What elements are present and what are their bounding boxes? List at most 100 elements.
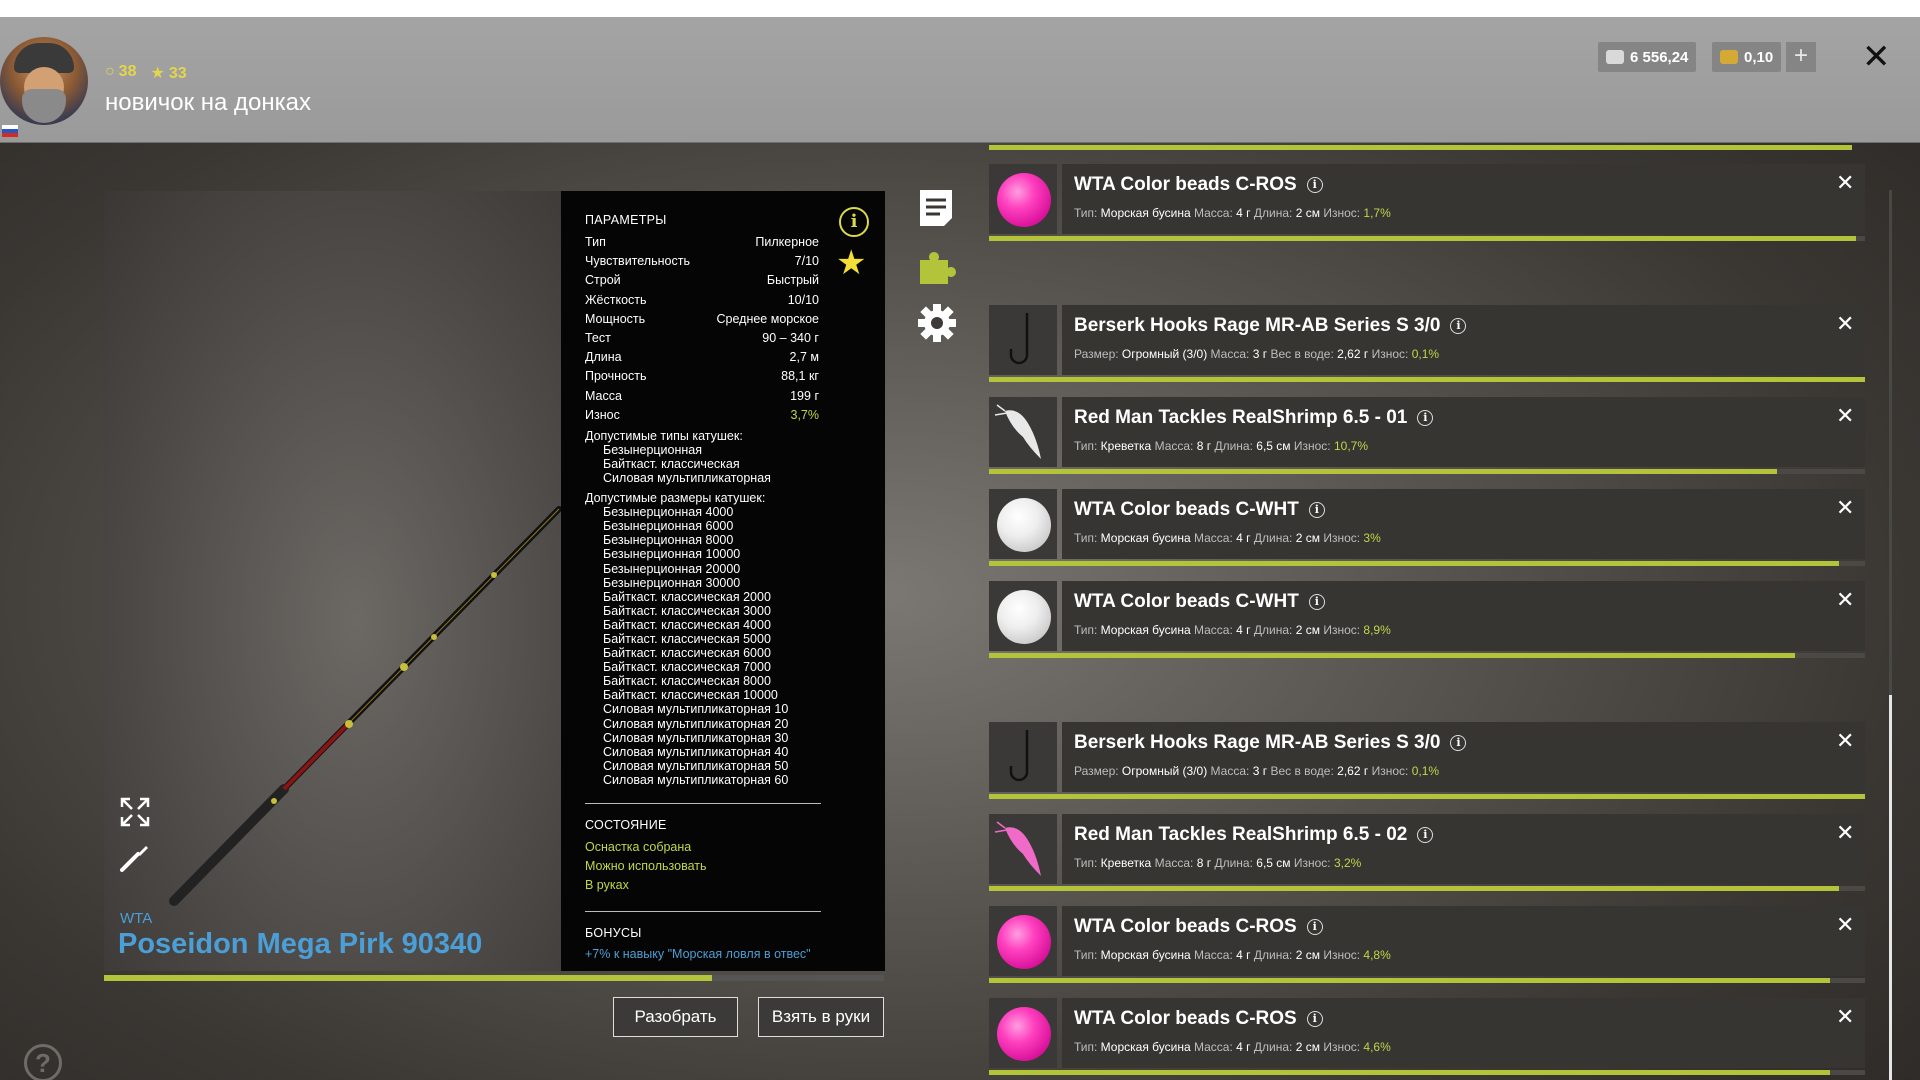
property-label: Масса: bbox=[1154, 856, 1197, 870]
parameter-label: Мощность bbox=[585, 311, 646, 326]
remove-component-button[interactable]: ✕ bbox=[1836, 728, 1854, 754]
parameter-row: Чувствительность 7/10 bbox=[585, 252, 819, 271]
remove-component-button[interactable]: ✕ bbox=[1836, 1004, 1854, 1030]
parameter-label: Жёсткость bbox=[585, 292, 647, 307]
parameter-label: Износ bbox=[585, 407, 620, 422]
parameter-row: Тест 90 – 340 г bbox=[585, 329, 819, 348]
component-item[interactable]: WTA Color beads C-WHT i Тип: Морская бусин… bbox=[989, 489, 1865, 566]
puzzle-icon[interactable] bbox=[916, 246, 958, 288]
list-top-bar bbox=[989, 145, 1852, 150]
parameter-value: Пилкерное bbox=[755, 235, 819, 249]
property-value: 3 г bbox=[1252, 347, 1268, 361]
component-item[interactable]: WTA Color beads C-WHT i Тип: Морская бусин… bbox=[989, 581, 1865, 658]
remove-component-button[interactable]: ✕ bbox=[1836, 170, 1854, 196]
reel-sizes-label: Допустимые размеры катушек: bbox=[585, 491, 766, 506]
paint-brush-icon[interactable] bbox=[118, 840, 152, 874]
close-window-button[interactable]: ✕ bbox=[1862, 40, 1891, 74]
remove-component-button[interactable]: ✕ bbox=[1836, 587, 1854, 613]
component-name: WTA Color beads C-ROS i bbox=[1074, 916, 1323, 938]
remove-component-button[interactable]: ✕ bbox=[1836, 820, 1854, 846]
disassemble-button[interactable]: Разобрать bbox=[613, 997, 738, 1037]
wear-value: 8,9% bbox=[1363, 623, 1391, 637]
parameter-value: 199 г bbox=[790, 388, 819, 403]
buy-currency-button[interactable]: + bbox=[1786, 42, 1816, 72]
wear-label: Износ: bbox=[1323, 531, 1364, 545]
property-value: Морская бусина bbox=[1100, 948, 1191, 962]
info-icon[interactable]: i bbox=[1308, 594, 1325, 610]
info-icon[interactable]: i bbox=[1450, 318, 1467, 334]
rod-name: Poseidon Mega Pirk 90340 bbox=[118, 928, 483, 960]
component-properties: Размер: Огромный (3/0) Масса: 3 г Вес в … bbox=[1074, 764, 1439, 778]
parameter-value: 88,1 кг bbox=[781, 369, 819, 384]
favorite-star-icon[interactable]: ★ bbox=[836, 246, 866, 280]
component-item[interactable]: WTA Color beads C-ROS i Тип: Морская бусин… bbox=[989, 906, 1865, 983]
silver-amount: 6 556,24 bbox=[1630, 48, 1689, 66]
gear-icon[interactable] bbox=[916, 302, 958, 344]
info-icon[interactable]: i bbox=[1306, 177, 1323, 193]
russia-flag-icon bbox=[2, 125, 18, 137]
reel-size-item: Силовая мультипликаторная 50 bbox=[603, 758, 789, 773]
scrollbar-thumb[interactable] bbox=[1889, 695, 1892, 1080]
component-thumbnail bbox=[989, 906, 1057, 976]
component-item[interactable]: Berserk Hooks Rage MR-AB Series S 3/0 i Ра… bbox=[989, 305, 1865, 382]
property-label: Масса: bbox=[1194, 531, 1237, 545]
status-heading: СОСТОЯНИЕ bbox=[585, 818, 667, 833]
property-value: Морская бусина bbox=[1100, 531, 1191, 545]
info-icon[interactable]: i bbox=[1308, 502, 1325, 518]
reel-size-item: Безынерционная 30000 bbox=[603, 575, 741, 590]
property-label: Длина: bbox=[1253, 1040, 1296, 1054]
property-value: 3 г bbox=[1252, 764, 1268, 778]
remove-component-button[interactable]: ✕ bbox=[1836, 495, 1854, 521]
parameter-row: Мощность Среднее морское bbox=[585, 310, 819, 329]
info-icon[interactable]: i bbox=[839, 207, 869, 237]
component-thumbnail bbox=[989, 722, 1057, 792]
property-label: Тип: bbox=[1074, 206, 1101, 220]
info-icon[interactable]: i bbox=[1306, 1011, 1323, 1027]
property-value: 4 г bbox=[1236, 206, 1251, 220]
player-level: 38 bbox=[118, 63, 137, 80]
property-label: Размер: bbox=[1074, 347, 1122, 361]
parameter-value: 2,7 м bbox=[789, 350, 819, 365]
remove-component-button[interactable]: ✕ bbox=[1836, 403, 1854, 429]
info-icon[interactable]: i bbox=[1450, 735, 1467, 751]
info-icon[interactable]: i bbox=[1417, 410, 1434, 426]
property-label: Масса: bbox=[1194, 1040, 1237, 1054]
help-icon[interactable]: ? bbox=[24, 1044, 62, 1080]
parameter-label: Тип bbox=[585, 235, 606, 249]
wear-label: Износ: bbox=[1323, 623, 1364, 637]
reel-type-item: Байткаст. классическая bbox=[603, 456, 740, 471]
fish-hook-icon bbox=[1009, 730, 1029, 782]
player-avatar[interactable] bbox=[0, 37, 88, 125]
info-icon[interactable]: i bbox=[1306, 919, 1323, 935]
wear-label: Износ: bbox=[1323, 948, 1364, 962]
component-item[interactable]: WTA Color beads C-ROS i Тип: Морская бусин… bbox=[989, 998, 1865, 1075]
component-item[interactable]: WTA Color beads C-ROS i Тип: Морская бусин… bbox=[989, 164, 1865, 241]
component-name: WTA Color beads C-WHT i bbox=[1074, 499, 1325, 521]
expand-icon[interactable] bbox=[118, 795, 152, 829]
parameter-row: Прочность 88,1 кг bbox=[585, 367, 819, 386]
property-value: 8 г bbox=[1196, 856, 1212, 870]
component-item[interactable]: Red Man Tackles RealShrimp 6.5 - 01 i Тип:… bbox=[989, 397, 1865, 474]
reel-size-item: Силовая мультипликаторная 60 bbox=[603, 772, 789, 787]
bonus-text: +7% к навыку "Морская ловля в отвес" bbox=[585, 947, 811, 962]
component-name-text: Red Man Tackles RealShrimp 6.5 - 01 bbox=[1074, 407, 1408, 428]
property-label: Длина: bbox=[1214, 856, 1257, 870]
info-icon[interactable]: i bbox=[1417, 827, 1434, 843]
wear-label: Износ: bbox=[1371, 347, 1412, 361]
wear-label: Износ: bbox=[1371, 764, 1412, 778]
property-value: Морская бусина bbox=[1100, 623, 1191, 637]
parameter-value: 90 – 340 г bbox=[762, 330, 819, 345]
reel-types-list: Безынерционная Байткаст. классическая Сило… bbox=[585, 443, 861, 485]
property-value: Морская бусина bbox=[1100, 1040, 1191, 1054]
component-item[interactable]: Berserk Hooks Rage MR-AB Series S 3/0 i Ра… bbox=[989, 722, 1865, 799]
parameters-list: Тип Пилкерное Чувствительность 7/10 Строй Быс… bbox=[585, 233, 861, 425]
take-in-hands-button[interactable]: Взять в руки bbox=[758, 997, 884, 1037]
property-value: 6,5 см bbox=[1256, 856, 1291, 870]
fish-hook-icon bbox=[1009, 313, 1029, 365]
rod-parameters-panel: ПАРАМЕТРЫ Тип Пилкерное Чувствительность 7/… bbox=[561, 191, 885, 971]
remove-component-button[interactable]: ✕ bbox=[1836, 912, 1854, 938]
component-name: WTA Color beads C-WHT i bbox=[1074, 591, 1325, 613]
component-item[interactable]: Red Man Tackles RealShrimp 6.5 - 02 i Тип:… bbox=[989, 814, 1865, 891]
document-icon[interactable] bbox=[918, 188, 954, 228]
remove-component-button[interactable]: ✕ bbox=[1836, 311, 1854, 337]
